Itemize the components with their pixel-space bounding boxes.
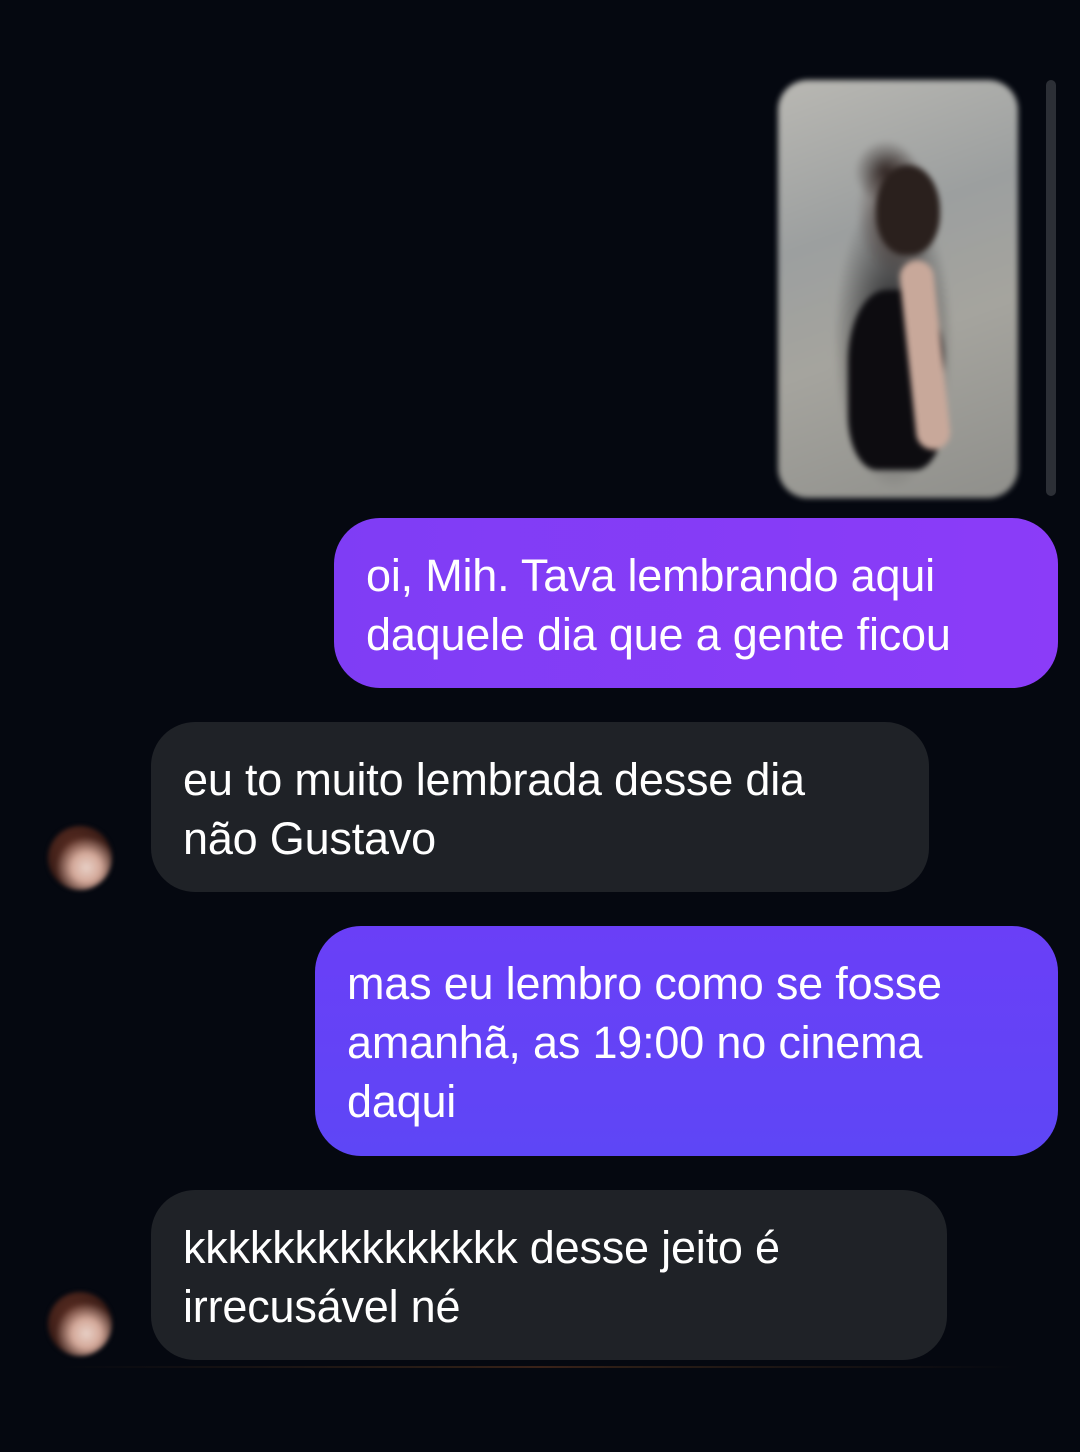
contact-avatar-icon[interactable] bbox=[48, 1292, 112, 1356]
incoming-message-bubble[interactable]: kkkkkkkkkkkkkkk desse jeito é irrecusáve… bbox=[151, 1190, 947, 1360]
photo-message[interactable] bbox=[778, 80, 1018, 498]
contact-avatar-icon[interactable] bbox=[48, 826, 112, 890]
chat-thread: oi, Mih. Tava lembrando aqui daquele dia… bbox=[0, 0, 1080, 1452]
incoming-message-bubble[interactable]: eu to muito lembrada desse dia não Gusta… bbox=[151, 722, 929, 892]
outgoing-message-bubble[interactable]: mas eu lembro como se fosse amanhã, as 1… bbox=[315, 926, 1058, 1156]
photo-figure-head bbox=[876, 165, 940, 255]
scrollbar[interactable] bbox=[1046, 80, 1056, 496]
outgoing-message-bubble[interactable]: oi, Mih. Tava lembrando aqui daquele dia… bbox=[334, 518, 1058, 688]
divider bbox=[60, 1366, 1020, 1368]
